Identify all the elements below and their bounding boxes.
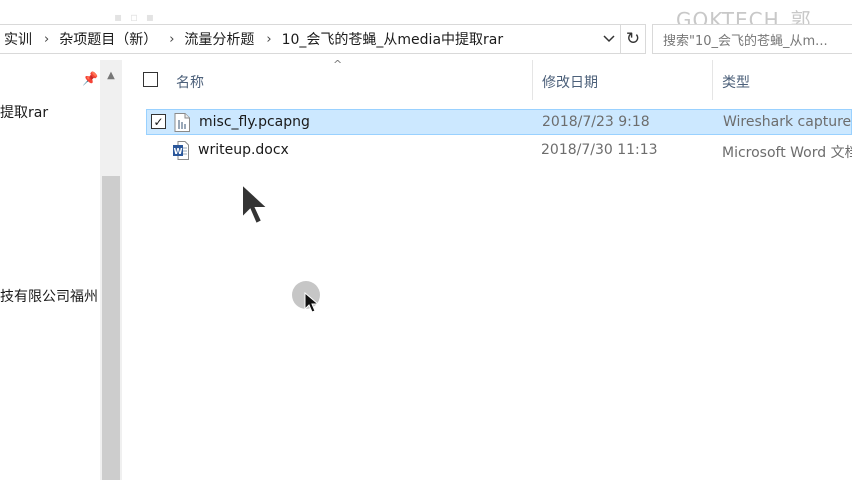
chevron-right-icon[interactable]: › <box>36 32 55 47</box>
breadcrumb-item[interactable]: 流量分析题 <box>180 25 258 53</box>
breadcrumb-label: 实训 <box>4 32 32 48</box>
file-modified-date: 2018/7/30 11:13 <box>541 142 658 158</box>
pcapng-file-icon <box>174 113 190 132</box>
breadcrumb-label: 流量分析题 <box>184 32 255 48</box>
row-checkbox[interactable]: ✓ <box>151 114 166 129</box>
breadcrumb-item[interactable]: 实训 <box>0 25 36 53</box>
file-row[interactable]: W writeup.docx 2018/7/30 11:13 Microsoft… <box>146 138 852 164</box>
scroll-up-icon[interactable]: ▲ <box>100 70 122 81</box>
svg-text:W: W <box>174 147 183 156</box>
column-modified-header[interactable]: 修改日期 <box>542 72 598 92</box>
mouse-pointer-icon <box>240 181 272 232</box>
mouse-pointer-icon <box>304 291 320 318</box>
watermark-dots: ▪ ▫ ▪ <box>114 10 157 24</box>
column-divider[interactable] <box>532 60 533 100</box>
nav-item-folder[interactable]: 技有限公司福州 <box>0 286 98 306</box>
file-type: Microsoft Word 文档 <box>722 145 852 161</box>
word-document-icon: W <box>173 141 189 160</box>
file-modified-date: 2018/7/23 9:18 <box>542 114 650 130</box>
breadcrumb-item[interactable]: 杂项题目（新） <box>55 25 161 53</box>
scrollbar-thumb[interactable] <box>102 176 120 480</box>
pin-icon[interactable]: 📌 <box>82 72 98 87</box>
file-name[interactable]: writeup.docx <box>198 142 289 158</box>
column-header: 名称 修改日期 类型 <box>122 60 852 100</box>
file-row[interactable]: ✓ misc_fly.pcapng 2018/7/23 9:18 Wiresha… <box>146 109 852 135</box>
column-type-header[interactable]: 类型 <box>722 72 750 92</box>
file-type: Wireshark capture <box>723 114 852 130</box>
search-input[interactable]: 搜索"10_会飞的苍蝇_从m... <box>652 24 852 54</box>
nav-scrollbar[interactable]: ▲ <box>100 60 122 480</box>
column-divider[interactable] <box>712 60 713 100</box>
address-bar[interactable]: 实训 › 杂项题目（新） › 流量分析题 › 10_会飞的苍蝇_从media中提… <box>0 24 646 54</box>
breadcrumb-label: 10_会飞的苍蝇_从media中提取rar <box>281 32 504 48</box>
chevron-down-icon[interactable] <box>598 24 620 54</box>
toolbar-area: GOKTECH_郭 ▪ ▫ ▪ 实训 › 杂项题目（新） › 流量分析题 › 1… <box>0 0 852 60</box>
chevron-right-icon[interactable]: › <box>161 32 180 47</box>
breadcrumb-label: 杂项题目（新） <box>59 32 158 48</box>
chevron-right-icon[interactable]: › <box>258 32 277 47</box>
nav-item-folder[interactable]: 提取rar <box>0 102 48 122</box>
column-name-header[interactable]: 名称 <box>176 72 204 92</box>
refresh-icon[interactable]: ↻ <box>620 24 646 54</box>
file-name[interactable]: misc_fly.pcapng <box>199 114 310 130</box>
breadcrumb-item[interactable]: 10_会飞的苍蝇_从media中提取rar <box>278 25 508 53</box>
